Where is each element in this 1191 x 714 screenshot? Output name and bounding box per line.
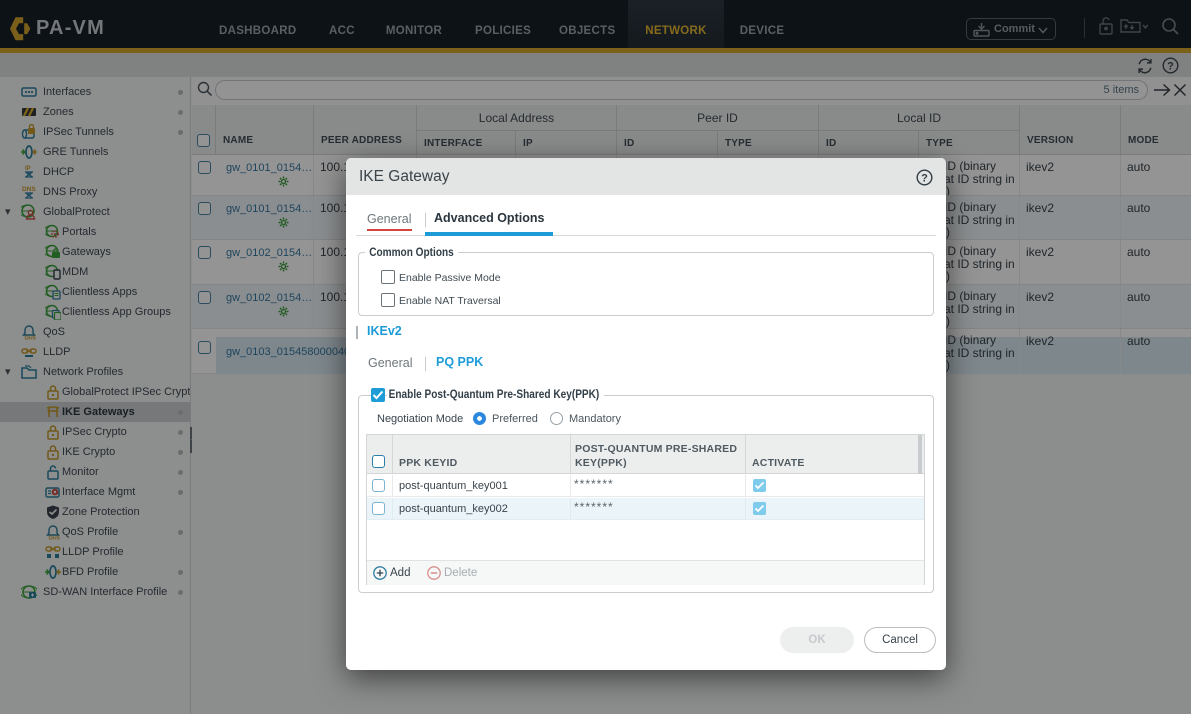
svg-text:?: ? (921, 173, 928, 185)
